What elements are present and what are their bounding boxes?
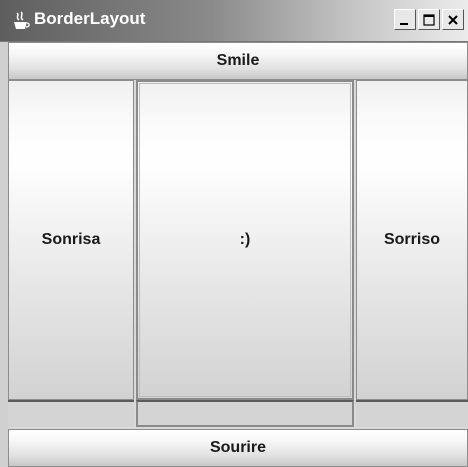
center-button[interactable]: :) bbox=[136, 80, 354, 400]
north-button-label: Smile bbox=[216, 52, 260, 69]
west-button-label: Sonrisa bbox=[41, 231, 101, 248]
borderlayout-window: BorderLayout Smile Sonrisa :) Sorriso So… bbox=[0, 0, 468, 467]
west-button[interactable]: Sonrisa bbox=[8, 80, 134, 400]
east-button[interactable]: Sorriso bbox=[356, 80, 468, 400]
window-title: BorderLayout bbox=[34, 9, 146, 28]
window-controls bbox=[394, 9, 464, 30]
maximize-icon bbox=[423, 13, 435, 26]
south-button-label: Sourire bbox=[209, 439, 266, 456]
west-base-strip bbox=[8, 400, 134, 427]
close-button[interactable] bbox=[442, 9, 464, 30]
maximize-button[interactable] bbox=[418, 9, 440, 30]
center-base-strip bbox=[136, 400, 354, 427]
close-icon bbox=[448, 14, 458, 25]
center-button-label: :) bbox=[239, 231, 251, 248]
north-button[interactable]: Smile bbox=[8, 42, 468, 80]
east-button-label: Sorriso bbox=[383, 231, 440, 248]
east-base-strip bbox=[356, 400, 468, 427]
minimize-icon bbox=[400, 22, 408, 25]
java-cup-icon bbox=[14, 11, 30, 29]
minimize-button[interactable] bbox=[394, 9, 416, 30]
south-button[interactable]: Sourire bbox=[8, 429, 468, 467]
content-pane: Smile Sonrisa :) Sorriso Sourire bbox=[0, 42, 468, 467]
title-bar[interactable]: BorderLayout bbox=[0, 0, 468, 42]
